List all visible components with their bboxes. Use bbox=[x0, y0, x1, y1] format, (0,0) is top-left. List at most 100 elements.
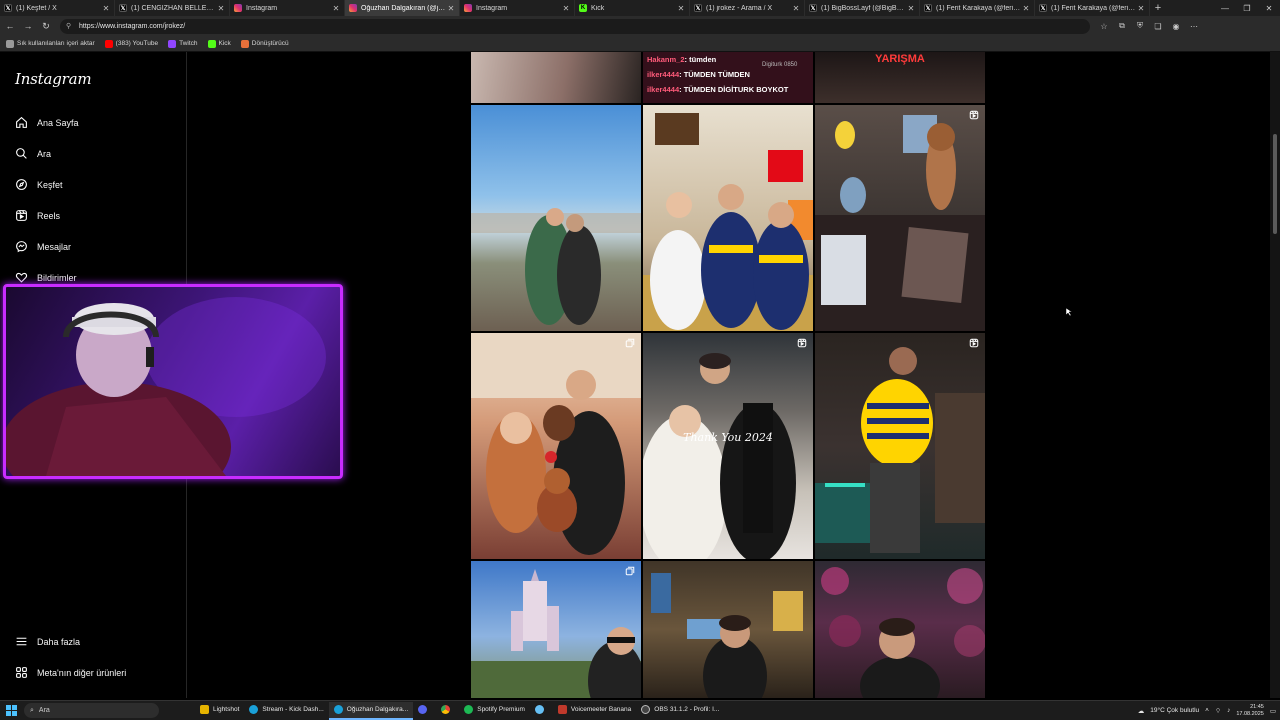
collections-icon[interactable]: ❏ bbox=[1152, 20, 1164, 32]
heart-icon bbox=[15, 272, 28, 283]
bookmark-label: Sık kullanılanları içeri aktar bbox=[17, 40, 95, 47]
bookmark-item[interactable]: Twitch bbox=[168, 39, 198, 48]
post-thumbnail[interactable] bbox=[471, 105, 641, 331]
post-thumbnail[interactable] bbox=[815, 333, 985, 559]
bookmark-item[interactable]: Kick bbox=[207, 39, 231, 48]
weather-icon[interactable]: ☁ bbox=[1138, 707, 1145, 715]
browser-tab-strip: 𝕏 (1) Keşfet / X ✕ 𝕏 (1) CENGİZHAN BELLER (… bbox=[0, 0, 1280, 16]
browser-tab[interactable]: K Kick ✕ bbox=[575, 0, 690, 16]
close-tab-icon[interactable]: ✕ bbox=[562, 4, 570, 13]
taskbar-search[interactable]: ⌕ Ara bbox=[24, 703, 159, 718]
nav-meta-products[interactable]: Meta'nın diğer ürünleri bbox=[15, 666, 126, 679]
taskbar-app-label: Lightshot bbox=[213, 706, 240, 713]
post-thumbnail[interactable] bbox=[471, 333, 641, 559]
taskbar-app-discord[interactable] bbox=[413, 702, 436, 720]
back-icon[interactable]: ← bbox=[2, 18, 18, 34]
post-thumbnail[interactable]: Thank You 2024 bbox=[643, 333, 813, 559]
bookmark-item[interactable]: Sık kullanılanları içeri aktar bbox=[6, 39, 95, 48]
site-info-icon[interactable]: ⚲ bbox=[66, 22, 74, 30]
reload-icon[interactable]: ↻ bbox=[38, 18, 54, 34]
post-thumbnail[interactable] bbox=[471, 561, 641, 698]
new-tab-button[interactable]: + bbox=[1150, 0, 1166, 16]
forward-icon[interactable]: → bbox=[20, 18, 36, 34]
close-tab-icon[interactable]: ✕ bbox=[677, 4, 685, 13]
restore-icon[interactable]: ❐ bbox=[1236, 0, 1258, 16]
browser-tab[interactable]: 𝕏 (1) Ferit Karakaya (@feritkw) / X✕ bbox=[1035, 0, 1150, 16]
taskbar-apps: Lightshot Stream - Kick Dash... Oğuzhan … bbox=[195, 701, 724, 720]
browser-tab[interactable]: Instagram ✕ bbox=[230, 0, 345, 16]
close-tab-icon[interactable]: ✕ bbox=[1022, 4, 1030, 13]
webcam-overlay bbox=[3, 284, 343, 479]
taskbar-app-voicemeeter[interactable]: Voicemeeter Banana bbox=[553, 702, 636, 720]
browser-tab-active[interactable]: Oğuzhan Dalgakıran (@jrokez)✕ bbox=[345, 0, 460, 16]
clock[interactable]: 21:45 17.08.2025 bbox=[1236, 704, 1264, 718]
close-tab-icon[interactable]: ✕ bbox=[447, 4, 455, 13]
post-thumbnail[interactable] bbox=[643, 105, 813, 331]
bookmark-label: Dönüştürücü bbox=[251, 40, 289, 47]
instagram-logo[interactable]: Instagram bbox=[15, 70, 92, 88]
post-thumbnail[interactable]: Hakanm_2: tümden Digiturk 0850 ilker4444… bbox=[643, 52, 813, 103]
taskbar-app-chrome[interactable] bbox=[436, 702, 459, 720]
taskbar-app-steam[interactable] bbox=[530, 702, 553, 720]
taskbar-app-obs[interactable]: OBS 31.1.2 - Profil: I... bbox=[636, 702, 724, 720]
bookmark-label: Twitch bbox=[179, 40, 198, 47]
nav-reels[interactable]: Reels bbox=[15, 209, 60, 222]
x-logo-icon: 𝕏 bbox=[4, 4, 12, 12]
taskbar-app-spotify[interactable]: Spotify Premium bbox=[459, 702, 530, 720]
nav-explore[interactable]: Keşfet bbox=[15, 178, 63, 191]
browser-tab[interactable]: 𝕏 (1) BigBossLayf (@BigBossLayf)✕ bbox=[805, 0, 920, 16]
browser-tab[interactable]: 𝕏 (1) jrokez - Arama / X ✕ bbox=[690, 0, 805, 16]
favorite-star-icon[interactable]: ☆ bbox=[1098, 20, 1110, 32]
volume-icon[interactable]: ♪ bbox=[1227, 707, 1230, 714]
taskbar-app-edge[interactable]: Stream - Kick Dash... bbox=[244, 702, 328, 720]
browser-tab[interactable]: 𝕏 (1) Ferit Karakaya (@feritkw) / X✕ bbox=[920, 0, 1035, 16]
taskbar-app-edge-active[interactable]: Oğuzhan Dalgakıra... bbox=[328, 701, 414, 720]
chrome-icon bbox=[441, 705, 451, 714]
post-thumbnail[interactable] bbox=[815, 561, 985, 698]
post-thumbnail[interactable] bbox=[643, 561, 813, 698]
tab-title: Kick bbox=[591, 4, 605, 12]
nav-notifications[interactable]: Bildirimler bbox=[15, 271, 77, 284]
close-tab-icon[interactable]: ✕ bbox=[102, 4, 110, 13]
nav-search[interactable]: Ara bbox=[15, 147, 51, 160]
nav-more[interactable]: Daha fazla bbox=[15, 635, 80, 648]
reel-badge-icon bbox=[969, 338, 979, 348]
minimize-icon[interactable]: — bbox=[1214, 0, 1236, 16]
meta-apps-icon bbox=[16, 667, 27, 678]
close-tab-icon[interactable]: ✕ bbox=[332, 4, 340, 13]
taskbar-app-lightshot[interactable]: Lightshot bbox=[195, 702, 244, 720]
browser-tab[interactable]: 𝕏 (1) Keşfet / X ✕ bbox=[0, 0, 115, 16]
browser-tab[interactable]: 𝕏 (1) CENGİZHAN BELLER (@cengizhanbeller)… bbox=[115, 0, 230, 16]
stream-chat-overlay: Hakanm_2: tümden Digiturk 0850 ilker4444… bbox=[643, 52, 813, 103]
instagram-icon bbox=[234, 4, 242, 12]
close-tab-icon[interactable]: ✕ bbox=[907, 4, 915, 13]
x-logo-icon: 𝕏 bbox=[694, 4, 702, 12]
nav-messages[interactable]: Mesajlar bbox=[15, 240, 71, 253]
extension-icon[interactable]: ⧉ bbox=[1116, 20, 1128, 32]
profile-icon[interactable]: ◉ bbox=[1170, 20, 1182, 32]
post-thumbnail[interactable] bbox=[815, 105, 985, 331]
close-tab-icon[interactable]: ✕ bbox=[792, 4, 800, 13]
close-window-icon[interactable]: ✕ bbox=[1258, 0, 1280, 16]
reel-badge-icon bbox=[969, 110, 979, 120]
shield-icon[interactable]: ⛨ bbox=[1134, 20, 1146, 32]
close-tab-icon[interactable]: ✕ bbox=[1137, 4, 1145, 13]
scrollbar-thumb[interactable] bbox=[1273, 134, 1277, 234]
bookmark-item[interactable]: (383) YouTube bbox=[104, 39, 158, 48]
post-thumbnail[interactable] bbox=[471, 52, 641, 103]
svg-text:YARIŞMA: YARIŞMA bbox=[875, 53, 925, 65]
browser-tab[interactable]: Instagram ✕ bbox=[460, 0, 575, 16]
tray-chevron-icon[interactable]: ˄ bbox=[1205, 707, 1209, 714]
close-tab-icon[interactable]: ✕ bbox=[217, 4, 225, 13]
nav-home[interactable]: Ana Sayfa bbox=[15, 116, 79, 129]
network-icon[interactable]: ⌔ bbox=[1215, 706, 1221, 715]
figurines-photo bbox=[815, 115, 985, 331]
bookmark-item[interactable]: Dönüştürücü bbox=[240, 39, 289, 48]
url-field[interactable]: ⚲ https://www.instagram.com/jrokez/ bbox=[60, 18, 1090, 34]
start-button[interactable] bbox=[2, 702, 20, 720]
notification-icon[interactable]: ▭ bbox=[1270, 707, 1276, 715]
more-menu-icon[interactable]: ⋯ bbox=[1188, 20, 1200, 32]
post-thumbnail[interactable]: YARIŞMA bbox=[815, 52, 985, 103]
weather-text[interactable]: 19°C Çok bulutlu bbox=[1150, 707, 1199, 714]
page-scrollbar[interactable] bbox=[1270, 52, 1280, 698]
